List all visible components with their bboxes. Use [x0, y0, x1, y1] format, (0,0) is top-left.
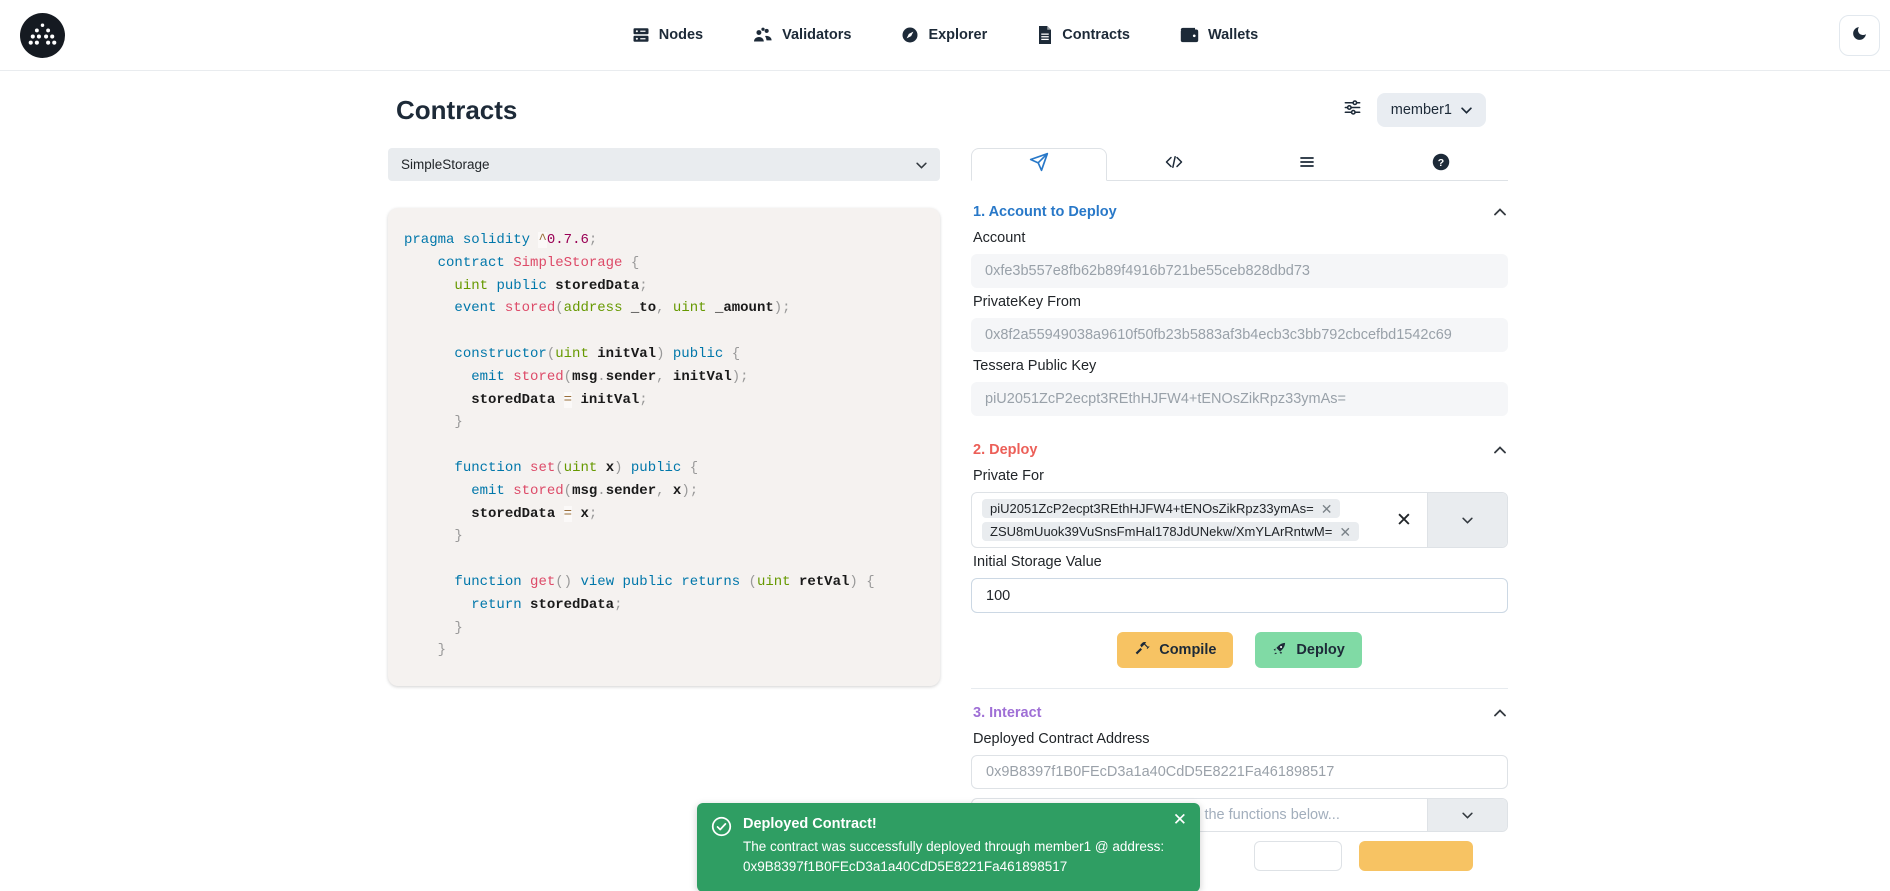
nav-label: Explorer	[928, 27, 987, 43]
private-for-chips: piU2051ZcP2ecpt3REthHJFW4+tENOsZikRpz33y…	[972, 493, 1381, 547]
quorum-logo[interactable]	[20, 13, 65, 58]
tessera-input[interactable]	[971, 382, 1508, 416]
nav-item-explorer[interactable]: Explorer	[901, 26, 987, 44]
code-block: pragma solidity ^0.7.6; contract SimpleS…	[404, 229, 924, 662]
toast-message: The contract was successfully deployed t…	[743, 837, 1183, 878]
deploy-panel: ? 1. Account to Deploy Account PrivateKe…	[971, 148, 1508, 871]
compile-label: Compile	[1159, 642, 1216, 658]
tab-deploy[interactable]	[971, 148, 1107, 181]
svg-text:?: ?	[1438, 156, 1444, 168]
interact-primary-button[interactable]	[1359, 841, 1473, 871]
tessera-label: Tessera Public Key	[973, 358, 1506, 374]
nav-item-wallets[interactable]: Wallets	[1180, 26, 1258, 44]
section-interact-title: 3. Interact	[973, 705, 1042, 721]
top-navbar: Nodes Validators Explorer Contracts Wall…	[0, 0, 1890, 71]
nav-label: Contracts	[1062, 27, 1130, 43]
tab-list[interactable]	[1241, 148, 1375, 180]
chevron-down-icon	[1462, 511, 1473, 529]
chip-value: ZSU8mUuok39VuSnsFmHal178JdUNekw/XmYLArRn…	[990, 524, 1332, 539]
nav-label: Nodes	[659, 27, 703, 43]
toast-title: Deployed Contract!	[743, 816, 1183, 832]
multiselect-clear-icon[interactable]: ✕	[1381, 493, 1427, 547]
section-divider	[971, 688, 1508, 689]
section-account-title: 1. Account to Deploy	[973, 204, 1117, 220]
nav-item-contracts[interactable]: Contracts	[1037, 26, 1130, 44]
interact-secondary-button[interactable]	[1254, 841, 1342, 871]
rocket-icon	[1272, 641, 1287, 660]
initial-storage-input[interactable]	[971, 578, 1508, 613]
member-label: member1	[1391, 102, 1452, 118]
hammer-icon	[1134, 640, 1150, 660]
member-selector-group: member1	[1342, 93, 1486, 127]
contract-source-card: pragma solidity ^0.7.6; contract SimpleS…	[388, 208, 940, 686]
paper-plane-icon	[1029, 152, 1049, 177]
chevron-down-icon	[1461, 102, 1472, 118]
initial-storage-label: Initial Storage Value	[973, 554, 1506, 570]
toast-close-icon[interactable]: ✕	[1173, 811, 1187, 828]
member-dropdown-button[interactable]: member1	[1377, 93, 1486, 127]
code-content: pragma solidity ^0.7.6; contract SimpleS…	[404, 232, 875, 658]
chevron-down-icon	[916, 157, 927, 172]
nodes-icon	[632, 26, 650, 44]
explorer-icon	[901, 26, 919, 44]
section-deploy-title: 2. Deploy	[973, 442, 1037, 458]
contract-select-value: SimpleStorage	[401, 157, 490, 172]
contract-select[interactable]: SimpleStorage	[388, 148, 940, 181]
nav-label: Validators	[782, 27, 851, 43]
function-select-toggle[interactable]	[1427, 799, 1507, 831]
private-for-multiselect[interactable]: piU2051ZcP2ecpt3REthHJFW4+tENOsZikRpz33y…	[971, 492, 1508, 548]
chevron-up-icon[interactable]	[1494, 208, 1506, 216]
chevron-up-icon[interactable]	[1494, 446, 1506, 454]
logo-dots-icon	[20, 13, 65, 58]
nav-item-validators[interactable]: Validators	[753, 26, 851, 44]
tab-help[interactable]: ?	[1374, 148, 1508, 180]
deployed-address-input[interactable]	[971, 755, 1508, 789]
multiselect-toggle[interactable]	[1427, 493, 1507, 547]
private-for-label: Private For	[973, 468, 1506, 484]
chevron-down-icon	[1462, 806, 1473, 824]
chevron-up-icon[interactable]	[1494, 709, 1506, 717]
section-interact-header: 3. Interact	[973, 705, 1506, 721]
nav-label: Wallets	[1208, 27, 1258, 43]
moon-icon	[1851, 25, 1868, 47]
panel-tabs: ?	[971, 148, 1508, 181]
code-icon	[1164, 153, 1184, 176]
help-icon: ?	[1432, 153, 1450, 176]
privatekey-label: PrivateKey From	[973, 294, 1506, 310]
deploy-button[interactable]: Deploy	[1255, 632, 1361, 668]
left-column: SimpleStorage pragma solidity ^0.7.6; co…	[388, 148, 940, 871]
nav-item-nodes[interactable]: Nodes	[632, 26, 703, 44]
section-deploy-header: 2. Deploy	[973, 442, 1506, 458]
tab-code[interactable]	[1107, 148, 1241, 180]
validators-icon	[753, 26, 773, 44]
privatekey-input[interactable]	[971, 318, 1508, 352]
toast-deployed-contract: Deployed Contract! The contract was succ…	[697, 803, 1200, 891]
main-nav: Nodes Validators Explorer Contracts Wall…	[0, 0, 1890, 70]
sliders-icon[interactable]	[1342, 98, 1363, 122]
deploy-actions: Compile Deploy	[971, 632, 1508, 668]
wallets-icon	[1180, 26, 1199, 44]
page-title: Contracts	[396, 95, 517, 126]
title-row: Contracts member1	[382, 93, 1508, 127]
columns: SimpleStorage pragma solidity ^0.7.6; co…	[382, 148, 1508, 871]
deploy-label: Deploy	[1296, 642, 1344, 658]
deployed-address-label: Deployed Contract Address	[973, 731, 1506, 747]
chip-remove-icon[interactable]: ✕	[1339, 525, 1351, 539]
chip-value: piU2051ZcP2ecpt3REthHJFW4+tENOsZikRpz33y…	[990, 501, 1314, 516]
toast-body: Deployed Contract! The contract was succ…	[743, 816, 1183, 878]
compile-button[interactable]: Compile	[1117, 632, 1233, 668]
list-icon	[1298, 154, 1316, 175]
page-content: Contracts member1 SimpleStorage	[382, 93, 1508, 871]
private-for-chip: piU2051ZcP2ecpt3REthHJFW4+tENOsZikRpz33y…	[982, 499, 1340, 518]
check-circle-icon	[711, 816, 732, 878]
chip-remove-icon[interactable]: ✕	[1321, 502, 1333, 516]
account-input[interactable]	[971, 254, 1508, 288]
theme-toggle-button[interactable]	[1839, 15, 1880, 56]
section-account-header: 1. Account to Deploy	[973, 204, 1506, 220]
account-label: Account	[973, 230, 1506, 246]
private-for-chip: ZSU8mUuok39VuSnsFmHal178JdUNekw/XmYLArRn…	[982, 522, 1359, 541]
contracts-icon	[1037, 26, 1053, 44]
